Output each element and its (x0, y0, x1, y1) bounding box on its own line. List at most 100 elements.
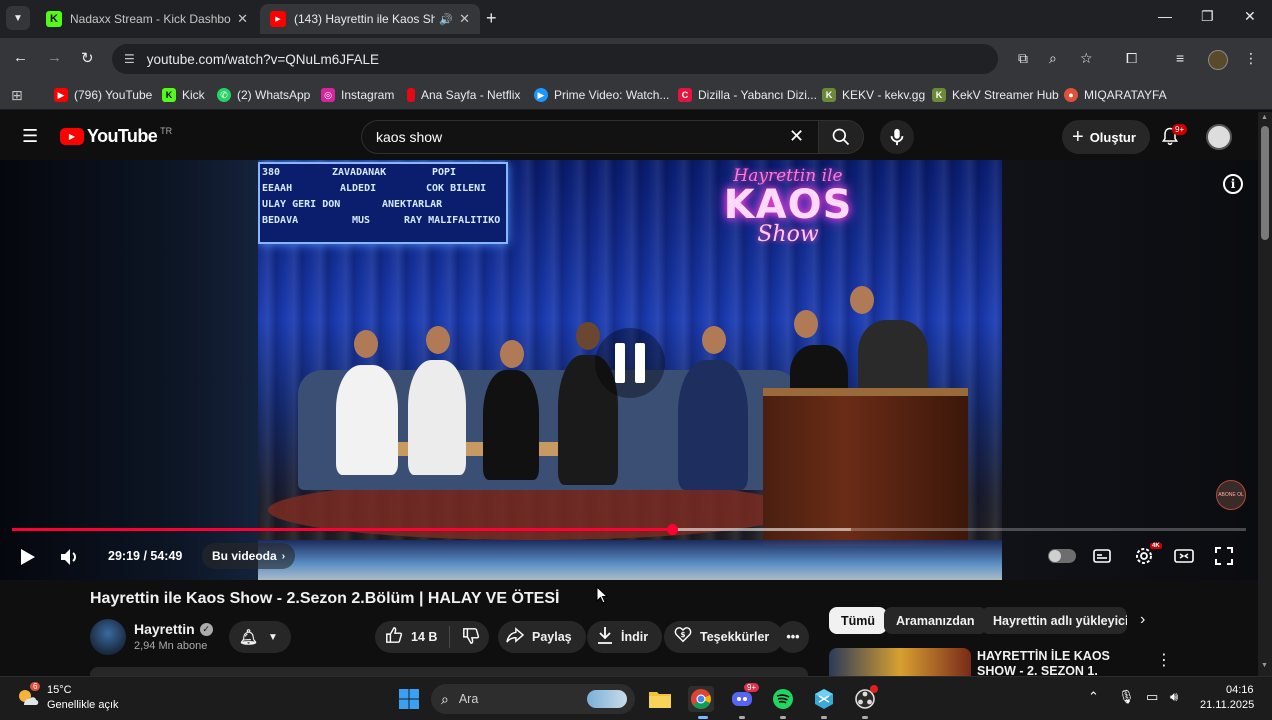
clock-date[interactable]: 21.11.2025 (1200, 699, 1254, 711)
app-taskbar-button[interactable] (811, 686, 837, 712)
spotify-taskbar-button[interactable] (770, 686, 796, 712)
chip-from-uploader[interactable]: Hayrettin adlı yükleyicide (981, 607, 1127, 634)
more-vertical-icon[interactable]: ⋮ (1156, 650, 1172, 670)
tab-search-button[interactable]: ▼ (6, 6, 30, 30)
close-window-icon[interactable]: ✕ (1244, 8, 1256, 25)
running-app-indicator (862, 716, 868, 719)
minimize-icon[interactable]: — (1158, 8, 1172, 24)
whatsapp-icon: ✆ (217, 88, 231, 102)
progress-bar[interactable] (12, 524, 1246, 535)
forward-arrow-icon[interactable]: → (47, 49, 62, 66)
scoreboard-cell: ULAY GERI DON (262, 198, 341, 210)
tab-kick-dashboard[interactable]: K Nadaxx Stream - Kick Dashboard ✕ (36, 4, 258, 34)
close-tab-icon[interactable]: ✕ (459, 11, 470, 27)
bookmark-kick[interactable]: K Kick (162, 86, 205, 104)
media-control-icon[interactable]: ≡ (1176, 50, 1184, 66)
autoplay-toggle[interactable] (1048, 549, 1076, 563)
clear-search-icon[interactable]: ✕ (789, 126, 804, 147)
new-tab-button[interactable]: + (486, 8, 497, 29)
chrome-icon (691, 689, 711, 709)
settings-gear-icon[interactable] (1134, 546, 1154, 566)
dislike-button[interactable] (462, 627, 480, 648)
zoom-icon[interactable]: ⌕ (1049, 50, 1057, 67)
play-icon[interactable] (20, 548, 36, 566)
back-arrow-icon[interactable]: ← (13, 49, 28, 66)
bookmark-youtube[interactable]: ▶ (796) YouTube (54, 86, 152, 104)
guest-head (426, 326, 450, 354)
bookmark-star-icon[interactable]: ☆ (1080, 50, 1093, 67)
speaker-icon[interactable]: 🔊 (439, 13, 453, 26)
share-button[interactable]: Paylaş (498, 621, 586, 653)
channel-name-link[interactable]: Hayrettin ✓ (134, 621, 213, 637)
host-head (850, 286, 874, 314)
pause-icon (635, 343, 645, 383)
fullscreen-icon[interactable] (1215, 547, 1233, 565)
bookmark-instagram[interactable]: ◎ Instagram (321, 86, 394, 104)
chapter-button[interactable]: Bu videoda › (202, 543, 296, 569)
account-avatar[interactable] (1206, 124, 1232, 150)
close-tab-icon[interactable]: ✕ (237, 11, 248, 27)
scoreboard-cell: MUS (352, 214, 371, 226)
chrome-taskbar-button[interactable] (688, 686, 714, 712)
bookmark-netflix[interactable]: Ana Sayfa - Netflix (407, 86, 520, 104)
neon-line-2: KAOS (723, 182, 853, 228)
chip-all[interactable]: Tümü (829, 607, 888, 634)
page-scrollbar[interactable]: ▲ ▼ (1258, 112, 1272, 678)
subscription-bell-button[interactable]: 🔔︎ ▼ (229, 621, 291, 653)
site-info-icon[interactable]: ☰ (124, 52, 135, 66)
extensions-icon[interactable]: ⧠ (1126, 50, 1137, 67)
bookmark-kekv-streamer-hub[interactable]: K KekV Streamer Hub (932, 86, 1059, 104)
channel-avatar[interactable] (90, 619, 126, 655)
bookmark-label: Kick (182, 88, 205, 102)
plus-icon: + (1072, 125, 1084, 148)
clock-time[interactable]: 04:16 (1226, 684, 1254, 696)
recommendation-title[interactable]: HAYRETTİN İLE KAOS SHOW - 2. SEZON 1. BÖ… (977, 649, 1147, 677)
cast-icon[interactable]: ⧉ (1018, 50, 1028, 67)
like-button[interactable] (385, 626, 403, 648)
scroll-up-icon[interactable]: ▲ (1261, 114, 1268, 121)
svg-text:$: $ (680, 630, 685, 639)
restore-icon[interactable]: ❐ (1201, 8, 1214, 25)
file-explorer-button[interactable] (647, 686, 673, 712)
video-title: Hayrettin ile Kaos Show - 2.Sezon 2.Bölü… (90, 590, 560, 607)
taskbar-search[interactable]: ⌕ Ara (431, 684, 635, 714)
chip-from-search[interactable]: Aramanızdan (884, 607, 987, 634)
volume-icon[interactable]: 🔊︎ (1170, 689, 1178, 705)
theater-mode-icon[interactable] (1174, 549, 1194, 563)
more-actions-button[interactable]: ••• (777, 621, 809, 653)
network-icon[interactable]: ▭ (1146, 689, 1158, 705)
chevron-right-icon[interactable]: › (1140, 611, 1145, 629)
video-player[interactable]: 380 ZAVADANAK POPI EEAAH ALDEDI COK BILENI U… (0, 160, 1258, 580)
search-button[interactable] (818, 120, 864, 154)
voice-search-button[interactable] (880, 120, 914, 154)
address-bar[interactable]: ☰ youtube.com/watch?v=QNuLm6JFALE (112, 44, 998, 74)
thanks-button[interactable]: $ Teşekkürler (664, 621, 784, 653)
bookmark-dizilla[interactable]: C Dizilla - Yabancı Dizi... (678, 86, 817, 104)
download-button[interactable]: İndir (587, 621, 663, 653)
tab-youtube-video[interactable]: ▶ (143) Hayrettin ile Kaos Show 🔊 ✕ (260, 4, 480, 34)
bookmark-whatsapp[interactable]: ✆ (2) WhatsApp (217, 86, 310, 104)
browser-profile-avatar[interactable] (1208, 50, 1228, 70)
scroll-down-icon[interactable]: ▼ (1261, 662, 1268, 669)
volume-icon[interactable] (60, 548, 80, 566)
bookmark-miqaratayfa[interactable]: ● MIQARATAYFA (1064, 86, 1167, 104)
create-button[interactable]: + Oluştur (1062, 120, 1150, 154)
scoreboard-cell: ALDEDI (340, 182, 377, 194)
channel-watermark[interactable]: ABONE OL (1216, 480, 1246, 510)
subtitles-icon[interactable] (1093, 549, 1111, 563)
apps-grid-icon[interactable]: ⊞ (11, 87, 23, 104)
browser-menu-icon[interactable]: ⋮ (1244, 50, 1258, 67)
info-icon[interactable]: i (1223, 174, 1243, 194)
pause-indicator[interactable] (595, 328, 665, 398)
tray-overflow-chevron-icon[interactable]: ⌃ (1088, 689, 1099, 705)
start-button[interactable] (396, 686, 422, 712)
bookmark-kekv[interactable]: K KEKV - kekv.gg (822, 86, 925, 104)
bookmark-prime-video[interactable]: ▶ Prime Video: Watch... (534, 86, 669, 104)
microphone-icon[interactable]: 🎙︎ (1118, 689, 1135, 705)
youtube-logo[interactable]: ▶ YouTube TR (60, 126, 172, 147)
hamburger-menu-icon[interactable]: ☰ (22, 126, 38, 147)
scoreboard-cell: RAY MALIFALITIKO (404, 214, 501, 226)
search-input[interactable] (361, 120, 819, 154)
scrollbar-thumb[interactable] (1261, 126, 1269, 240)
reload-icon[interactable]: ↻ (81, 49, 94, 67)
